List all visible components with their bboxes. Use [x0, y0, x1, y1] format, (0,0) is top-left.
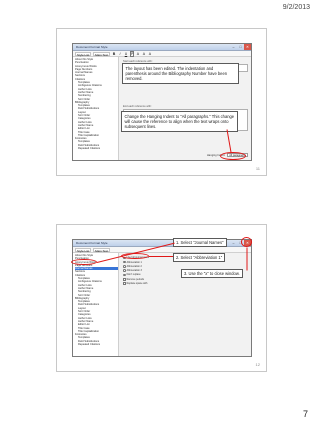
- plain-icon[interactable]: P: [129, 50, 134, 57]
- step1-callout: 1. Select "Journal Names": [173, 238, 227, 248]
- window-title: Document Format Style: [76, 45, 108, 49]
- slide-1: Document Format Style – □ ✕ Style List M…: [56, 28, 267, 176]
- main-text-button[interactable]: Main Text: [93, 51, 110, 57]
- superscript-icon[interactable]: A: [136, 52, 140, 56]
- slide-number: 11: [255, 166, 260, 171]
- radio-button[interactable]: [123, 265, 126, 268]
- maximize-icon[interactable]: □: [237, 44, 244, 50]
- radio-label: Abbreviation 1: [126, 260, 142, 264]
- hanging-indent-highlight: [220, 152, 246, 160]
- tree-item[interactable]: Repeated Citations: [75, 147, 118, 150]
- italic-icon[interactable]: I: [118, 52, 122, 56]
- replace-space-checkbox[interactable]: [123, 282, 126, 285]
- style-sections-tree: About this Style Punctuation Anonymous Wor…: [73, 253, 119, 356]
- journal-option-row[interactable]: Abbreviation 2: [123, 265, 248, 268]
- step2-arrow: [149, 256, 173, 257]
- style-list-button[interactable]: Style List: [75, 51, 92, 57]
- step2-callout: 2. Select "Abbreviation 1": [173, 253, 226, 263]
- page-number: 7: [302, 409, 308, 419]
- page-date: 9/2/2013: [282, 4, 310, 11]
- style-window: Document Format Style – □ ✕ Style List M…: [72, 43, 252, 161]
- minimize-icon[interactable]: –: [230, 44, 237, 50]
- remove-periods-checkbox[interactable]: [123, 277, 126, 281]
- main-text-button[interactable]: Main Text: [93, 247, 110, 253]
- radio-button[interactable]: [123, 273, 126, 277]
- radio-label: Don't replace: [126, 273, 141, 277]
- replace-space-row[interactable]: Replace space with: [123, 282, 248, 285]
- slide-2: Document Format Style – □ ✕ Style List M…: [56, 224, 267, 372]
- style-sections-tree: About this Style Punctuation Anonymous Wor…: [73, 57, 119, 160]
- step3-callout: 3. Use the "x" to close window.: [181, 269, 243, 279]
- replace-space-label: Replace space with: [126, 282, 148, 286]
- radio-button[interactable]: [123, 269, 126, 272]
- hanging-indent-callout: Change the Hanging Indent to "All paragr…: [121, 111, 238, 132]
- minimize-icon[interactable]: –: [230, 240, 237, 246]
- style-list-button[interactable]: Style List: [75, 247, 92, 253]
- close-button-highlight: [241, 237, 252, 247]
- step3-arrow: [246, 247, 248, 271]
- end-field-label: End each reference with:: [123, 105, 152, 108]
- window-titlebar: Document Format Style – □ ✕: [73, 44, 251, 51]
- radio-button[interactable]: [123, 260, 126, 264]
- remove-periods-label: Remove periods: [126, 277, 145, 281]
- radio-label: Abbreviation 3: [126, 269, 142, 273]
- layout-callout: The layout has been edited. The indentat…: [122, 63, 239, 84]
- journal-names-highlight: [71, 259, 97, 265]
- bold-icon[interactable]: B: [112, 52, 116, 56]
- symbol-icon[interactable]: A: [148, 52, 152, 56]
- radio-label: Abbreviation 2: [126, 264, 142, 268]
- close-icon[interactable]: ✕: [244, 44, 251, 50]
- slide-number: 12: [255, 362, 260, 367]
- remove-periods-row[interactable]: Remove periods: [123, 278, 248, 281]
- subscript-icon[interactable]: A: [142, 52, 146, 56]
- underline-icon[interactable]: U: [124, 52, 128, 56]
- tree-item[interactable]: Repeated Citations: [75, 343, 118, 346]
